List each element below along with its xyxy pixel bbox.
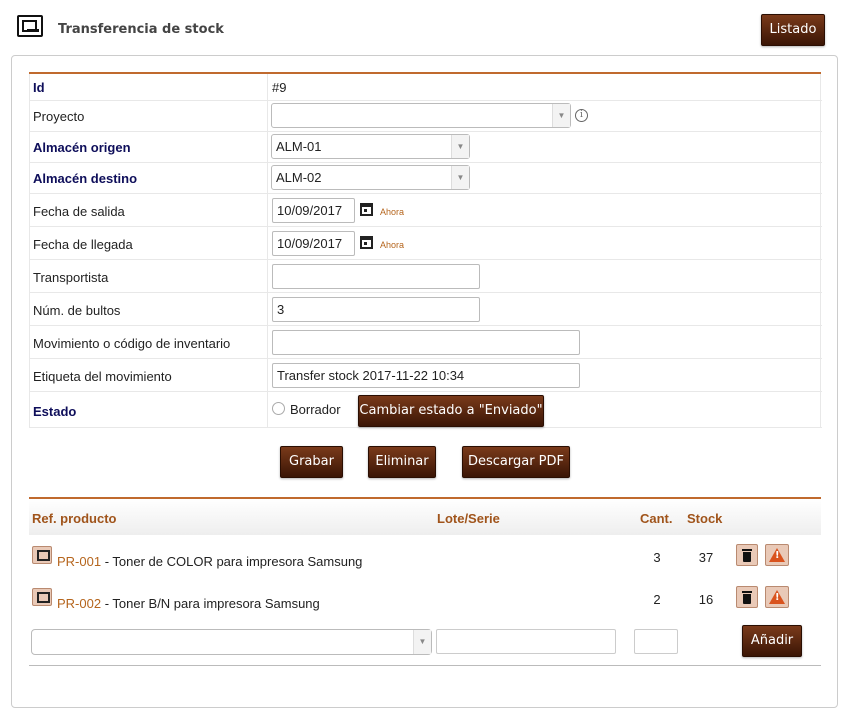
transportista-input[interactable] <box>272 264 480 289</box>
qty-value: 3 <box>653 550 661 565</box>
row-id: Id #9 <box>30 74 822 101</box>
info-icon[interactable]: i <box>575 109 588 122</box>
row-fecha-llegada: Fecha de llegada 10/09/2017 Ahora <box>30 227 822 260</box>
estado-radio[interactable] <box>272 402 285 415</box>
chevron-down-icon: ▼ <box>451 166 469 189</box>
almacen-origen-select[interactable]: ALM-01 ▼ <box>271 134 470 159</box>
transportista-label: Transportista <box>33 270 109 285</box>
num-bultos-input[interactable]: 3 <box>272 297 480 322</box>
form-table: Id #9 Proyecto ▼ i Almacén origen ALM-01… <box>29 74 822 428</box>
header-qty: Cant. <box>640 511 673 526</box>
change-state-button[interactable]: Cambiar estado a "Enviado" <box>358 395 544 427</box>
header-stock: Stock <box>687 511 723 526</box>
warning-icon[interactable] <box>765 586 789 608</box>
add-button[interactable]: Añadir <box>742 625 802 657</box>
stock-transfer-icon <box>17 15 43 37</box>
table-row: PR-001 - Toner de COLOR para impresora S… <box>29 536 821 578</box>
row-almacen-origen: Almacén origen ALM-01 ▼ <box>30 132 822 163</box>
row-proyecto: Proyecto ▼ i <box>30 101 822 132</box>
fecha-salida-input[interactable]: 10/09/2017 <box>272 198 355 223</box>
row-movimiento: Movimiento o código de inventario <box>30 326 822 359</box>
calendar-icon[interactable] <box>360 203 373 216</box>
estado-label: Estado <box>33 404 77 419</box>
qty-value: 2 <box>653 592 661 607</box>
row-transportista: Transportista <box>30 260 822 293</box>
table-row: PR-002 - Toner B/N para impresora Samsun… <box>29 578 821 620</box>
estado-value: Borrador <box>290 402 341 417</box>
row-almacen-destino: Almacén destino ALM-02 ▼ <box>30 163 822 194</box>
calendar-icon[interactable] <box>360 236 373 249</box>
product-icon[interactable] <box>32 546 52 564</box>
row-num-bultos: Núm. de bultos 3 <box>30 293 822 326</box>
ahora-link[interactable]: Ahora <box>380 240 404 250</box>
etiqueta-input[interactable]: Transfer stock 2017-11-22 10:34 <box>272 363 580 388</box>
product-select[interactable]: ▼ <box>31 629 432 655</box>
fecha-llegada-label: Fecha de llegada <box>33 237 133 252</box>
chevron-down-icon: ▼ <box>413 630 431 654</box>
header-ref: Ref. producto <box>32 511 117 526</box>
page-title: Transferencia de stock <box>58 22 224 37</box>
product-text: PR-002 - Toner B/N para impresora Samsun… <box>57 596 320 611</box>
product-link[interactable]: PR-002 <box>57 596 101 611</box>
movimiento-label: Movimiento o código de inventario <box>33 336 231 351</box>
almacen-origen-label: Almacén origen <box>33 140 131 155</box>
almacen-destino-select[interactable]: ALM-02 ▼ <box>271 165 470 190</box>
divider <box>29 665 821 666</box>
lines-header: Ref. producto Lote/Serie Cant. Stock <box>29 499 821 535</box>
product-link[interactable]: PR-001 <box>57 554 101 569</box>
proyecto-select[interactable]: ▼ <box>271 103 571 128</box>
download-pdf-button[interactable]: Descargar PDF <box>462 446 570 478</box>
stock-value: 16 <box>698 592 714 607</box>
row-fecha-salida: Fecha de salida 10/09/2017 Ahora <box>30 194 822 227</box>
header-lot: Lote/Serie <box>437 511 500 526</box>
almacen-destino-label: Almacén destino <box>33 171 138 186</box>
chevron-down-icon: ▼ <box>552 104 570 127</box>
product-icon[interactable] <box>32 588 52 606</box>
id-label: Id <box>33 80 45 95</box>
row-estado: Estado Borrador Cambiar estado a "Enviad… <box>30 392 822 428</box>
id-value: #9 <box>272 80 287 95</box>
fecha-llegada-input[interactable]: 10/09/2017 <box>272 231 355 256</box>
row-etiqueta: Etiqueta del movimiento Transfer stock 2… <box>30 359 822 392</box>
stock-value: 37 <box>698 550 714 565</box>
num-bultos-label: Núm. de bultos <box>33 303 121 318</box>
trash-icon[interactable] <box>736 586 758 608</box>
fecha-salida-label: Fecha de salida <box>33 204 125 219</box>
main-card: Id #9 Proyecto ▼ i Almacén origen ALM-01… <box>11 55 838 708</box>
lot-input[interactable] <box>436 629 616 654</box>
delete-button[interactable]: Eliminar <box>368 446 436 478</box>
etiqueta-label: Etiqueta del movimiento <box>33 369 172 384</box>
list-button[interactable]: Listado <box>761 14 825 46</box>
save-button[interactable]: Grabar <box>280 446 343 478</box>
proyecto-label: Proyecto <box>33 109 85 124</box>
product-text: PR-001 - Toner de COLOR para impresora S… <box>57 554 363 569</box>
warning-icon[interactable] <box>765 544 789 566</box>
movimiento-input[interactable] <box>272 330 580 355</box>
ahora-link[interactable]: Ahora <box>380 207 404 217</box>
chevron-down-icon: ▼ <box>451 135 469 158</box>
trash-icon[interactable] <box>736 544 758 566</box>
qty-input[interactable] <box>634 629 678 654</box>
